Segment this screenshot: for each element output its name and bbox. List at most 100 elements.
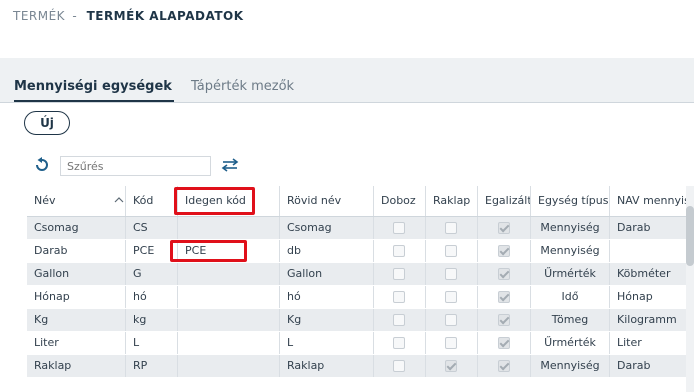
doboz-checkbox[interactable] [393,360,405,372]
raklap-checkbox[interactable] [445,268,457,280]
swap-arrows-icon[interactable] [221,157,239,173]
raklap-checkbox[interactable] [445,360,457,372]
cell-egalizalt [478,263,531,285]
doboz-checkbox[interactable] [393,337,405,349]
vertical-scrollbar[interactable] [686,186,694,392]
cell-kod: hó [126,286,178,308]
cell-nav: Darab [617,221,651,234]
cell-egalizalt [478,309,531,331]
cell-egalizalt [478,240,531,262]
highlight-box-cell [170,240,247,262]
cell-nav: Darab [617,359,651,372]
egalizalt-checkbox[interactable] [498,314,510,326]
cell-idegen [178,332,280,354]
column-header-kod[interactable]: Kód [126,186,178,216]
cell-nev: Liter [27,332,126,354]
column-header-nev[interactable]: Név [27,186,126,216]
raklap-checkbox[interactable] [445,314,457,326]
tab-tapertek-mezok[interactable]: Tápérték mezők [191,78,294,103]
new-button[interactable]: Új [24,111,70,135]
egalizalt-checkbox[interactable] [498,245,510,257]
column-header-doboz[interactable]: Doboz [374,186,426,216]
cell-nav: Kilogramm [617,313,677,326]
cell-rovid: Kg [280,309,374,331]
cell-nev: Hónap [27,286,126,308]
column-header-egalizalt[interactable]: Egalizált [478,186,531,216]
cell-raklap [426,309,478,331]
sort-asc-icon[interactable] [114,186,124,216]
cell-rovid: Raklap [280,355,374,377]
filter-input[interactable] [60,156,211,176]
cell-doboz [374,263,426,285]
cell-kod: kg [126,309,178,331]
column-header-egyseg-tipus[interactable]: Egység típus [531,186,610,216]
cell-nav: Köbméter [617,267,671,280]
doboz-checkbox[interactable] [393,222,405,234]
cell-kod: RP [126,355,178,377]
scrollbar-thumb[interactable] [686,206,694,266]
cell-tipus: Tömeg [531,309,610,331]
cell-nev: Kg [27,309,126,331]
cell-raklap [426,240,478,262]
cell-nav: Hónap [617,290,653,303]
cell-tipus: Űrmérték [531,263,610,285]
tab-bar: Mennyiségi egységek Tápérték mezők [0,78,694,103]
doboz-checkbox[interactable] [393,245,405,257]
top-bar: TERMÉK - TERMÉK ALAPADATOK [0,0,694,58]
cell-raklap [426,217,478,239]
column-header-label: Név [34,194,56,207]
cell-nev: Darab [27,240,126,262]
cell-idegen [178,217,280,239]
doboz-checkbox[interactable] [393,314,405,326]
breadcrumb-parent[interactable]: TERMÉK [13,9,65,23]
raklap-checkbox[interactable] [445,222,457,234]
egalizalt-checkbox[interactable] [498,291,510,303]
highlight-box-header [174,187,255,215]
egalizalt-checkbox[interactable] [498,222,510,234]
table-row[interactable]: Gallon G Gallon Űrmérték Köbméter [27,263,694,285]
table-row[interactable]: Raklap RP Raklap Mennyiség Darab [27,355,694,377]
tab-mennyisegi-egysegek[interactable]: Mennyiségi egységek [14,78,174,103]
cell-rovid: Gallon [280,263,374,285]
cell-doboz [374,355,426,377]
breadcrumb-current: TERMÉK ALAPADATOK [86,9,244,23]
cell-doboz [374,286,426,308]
table-row[interactable]: Liter L L Űrmérték Liter [27,332,694,354]
cell-tipus: Idő [531,286,610,308]
raklap-checkbox[interactable] [445,245,457,257]
table-row[interactable]: Csomag CS Csomag Mennyiség Darab [27,217,694,239]
cell-nev: Csomag [27,217,126,239]
cell-idegen [178,263,280,285]
cell-tipus: Űrmérték [531,332,610,354]
column-header-nav-mennyisegi-egyseg[interactable]: NAV mennyiségi egység [610,186,694,216]
cell-doboz [374,309,426,331]
column-header-rovid-nev[interactable]: Rövid név [280,186,374,216]
cell-idegen [178,309,280,331]
refresh-icon[interactable] [34,157,50,173]
egalizalt-checkbox[interactable] [498,268,510,280]
table-row[interactable]: Darab PCE PCE db Mennyiség [27,240,694,262]
cell-raklap [426,263,478,285]
raklap-checkbox[interactable] [445,337,457,349]
table-row[interactable]: Kg kg Kg Tömeg Kilogramm [27,309,694,331]
cell-egalizalt [478,332,531,354]
table-row[interactable]: Hónap hó hó Idő Hónap [27,286,694,308]
cell-idegen [178,355,280,377]
cell-raklap [426,355,478,377]
breadcrumb: TERMÉK - TERMÉK ALAPADATOK [13,9,244,23]
column-header-raklap[interactable]: Raklap [426,186,478,216]
cell-rovid: db [280,240,374,262]
units-table: Név Kód Idegen kód Rövid név Doboz Rakla… [27,186,694,392]
cell-rovid: hó [280,286,374,308]
cell-nav [610,240,694,262]
egalizalt-checkbox[interactable] [498,360,510,372]
cell-nev: Raklap [27,355,126,377]
doboz-checkbox[interactable] [393,291,405,303]
cell-doboz [374,332,426,354]
cell-raklap [426,286,478,308]
cell-egalizalt [478,355,531,377]
cell-idegen [178,286,280,308]
doboz-checkbox[interactable] [393,268,405,280]
raklap-checkbox[interactable] [445,291,457,303]
egalizalt-checkbox[interactable] [498,337,510,349]
